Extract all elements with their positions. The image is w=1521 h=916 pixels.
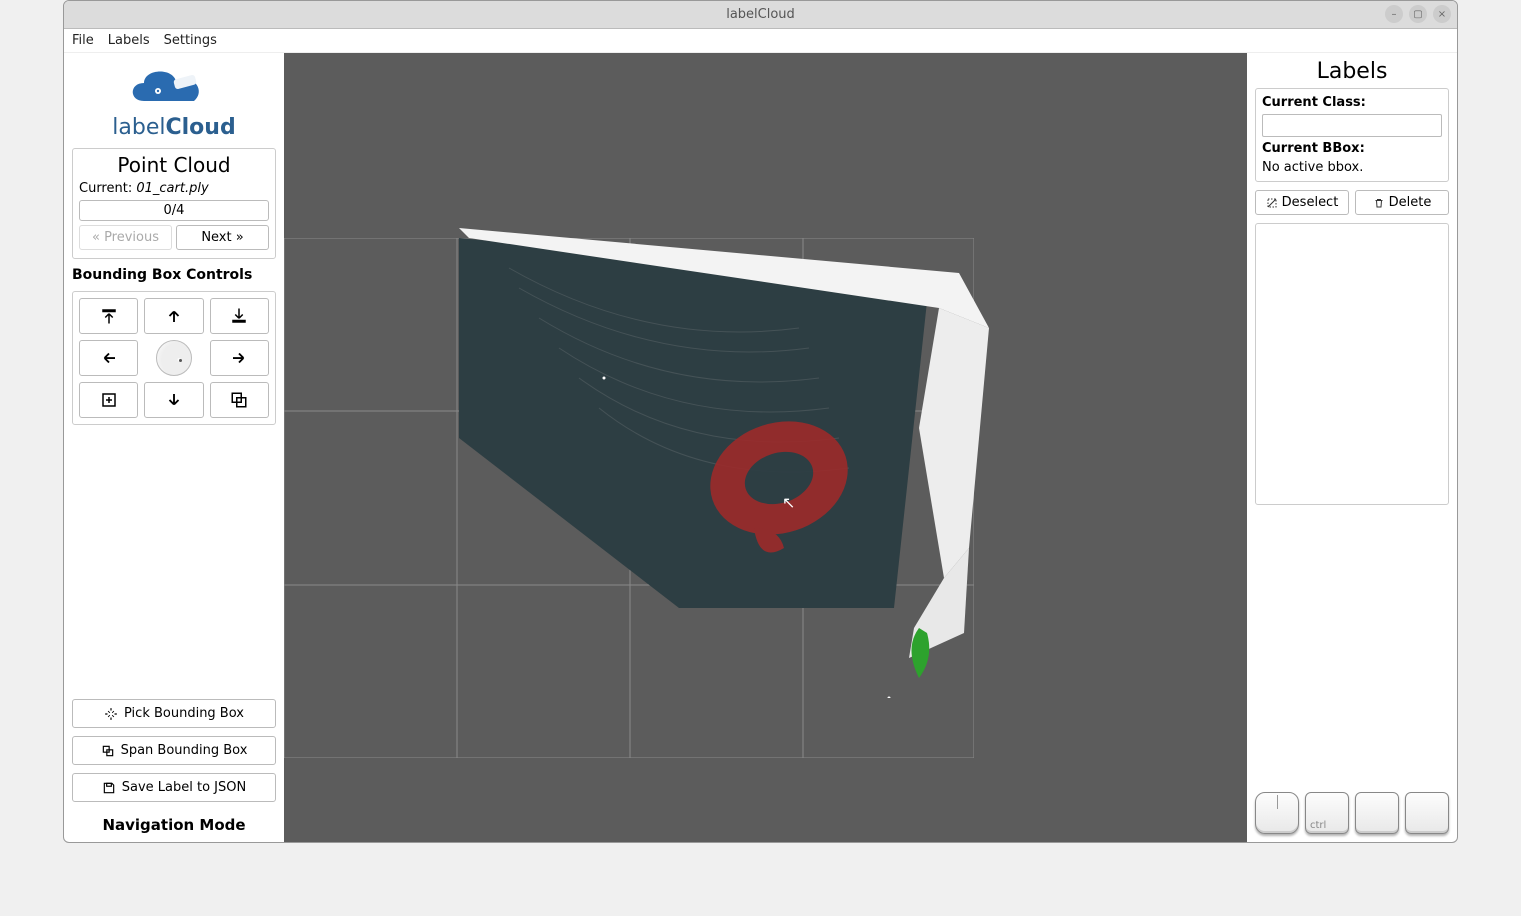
deselect-icon: [1266, 197, 1278, 209]
current-bbox-value: No active bbox.: [1262, 160, 1442, 175]
deselect-button[interactable]: Deselect: [1255, 190, 1349, 215]
trash-icon: [1373, 197, 1385, 209]
move-right-button[interactable]: [210, 340, 269, 376]
menubar: File Labels Settings: [64, 29, 1457, 53]
deselect-label: Deselect: [1282, 195, 1339, 210]
save-json-button[interactable]: Save Label to JSON: [72, 773, 276, 802]
pointcloud-title: Point Cloud: [79, 153, 269, 177]
labels-title: Labels: [1255, 59, 1449, 84]
save-json-label: Save Label to JSON: [122, 780, 246, 795]
bbox-controls-label: Bounding Box Controls: [72, 267, 276, 283]
scale-down-button[interactable]: [210, 382, 269, 418]
mode-label: Navigation Mode: [72, 810, 276, 834]
window-title: labelCloud: [726, 7, 795, 22]
move-up-z-button[interactable]: [79, 298, 138, 334]
key-hints: ctrl: [1255, 784, 1449, 834]
save-icon: [102, 781, 116, 795]
blank-key-hint-2: [1405, 792, 1449, 834]
viewport-3d[interactable]: ↖: [284, 53, 1247, 842]
pointcloud-render: [449, 228, 1009, 698]
arrow-left-icon: [100, 349, 118, 367]
pointcloud-counter: 0/4: [79, 200, 269, 221]
bbox-controls: [72, 291, 276, 425]
scale-up-button[interactable]: [79, 382, 138, 418]
mouse-hint-icon: [1255, 792, 1299, 834]
crosshair-icon: [104, 707, 118, 721]
logo-text-cloud: Cloud: [166, 115, 236, 140]
mouse-cursor-icon: ↖: [782, 493, 795, 512]
pick-bbox-label: Pick Bounding Box: [124, 706, 244, 721]
delete-button[interactable]: Delete: [1355, 190, 1449, 215]
pick-bbox-button[interactable]: Pick Bounding Box: [72, 699, 276, 728]
logo-text-label: label: [112, 115, 165, 140]
logo: labelCloud: [72, 57, 276, 140]
delete-label: Delete: [1389, 195, 1432, 210]
span-bbox-button[interactable]: Span Bounding Box: [72, 736, 276, 765]
arrow-down-bar-icon: [230, 307, 248, 325]
menu-settings[interactable]: Settings: [164, 33, 217, 48]
maximize-button[interactable]: ▢: [1409, 5, 1427, 23]
left-panel: labelCloud Point Cloud Current: 01_cart.…: [64, 53, 284, 842]
ctrl-key-hint: ctrl: [1305, 792, 1349, 834]
plus-box-icon: [100, 391, 118, 409]
current-file: 01_cart.ply: [136, 181, 208, 196]
move-forward-button[interactable]: [144, 298, 203, 334]
current-class-label: Current Class:: [1262, 95, 1442, 110]
current-class-input[interactable]: [1262, 114, 1442, 137]
cloud-logo-icon: [124, 61, 224, 113]
labels-properties: Current Class: Current BBox: No active b…: [1255, 88, 1449, 182]
move-down-z-button[interactable]: [210, 298, 269, 334]
arrow-up-bar-icon: [100, 307, 118, 325]
rotation-dial[interactable]: [156, 340, 192, 376]
app-window: labelCloud – ▢ × File Labels Settings la…: [63, 0, 1458, 843]
pointcloud-box: Point Cloud Current: 01_cart.ply 0/4 « P…: [72, 148, 276, 259]
logo-text: labelCloud: [72, 115, 276, 140]
move-back-button[interactable]: [144, 382, 203, 418]
arrow-right-icon: [230, 349, 248, 367]
menu-labels[interactable]: Labels: [108, 33, 150, 48]
arrow-down-icon: [165, 391, 183, 409]
close-button[interactable]: ×: [1433, 5, 1451, 23]
move-left-button[interactable]: [79, 340, 138, 376]
menu-file[interactable]: File: [72, 33, 94, 48]
span-bbox-label: Span Bounding Box: [121, 743, 248, 758]
span-icon: [101, 744, 115, 758]
titlebar: labelCloud – ▢ ×: [64, 1, 1457, 29]
current-label: Current:: [79, 181, 132, 196]
copy-box-icon: [230, 391, 248, 409]
pointcloud-current: Current: 01_cart.ply: [79, 181, 269, 196]
prev-button: « Previous: [79, 225, 172, 250]
blank-key-hint-1: [1355, 792, 1399, 834]
right-panel: Labels Current Class: Current BBox: No a…: [1247, 53, 1457, 842]
current-bbox-label: Current BBox:: [1262, 141, 1442, 156]
arrow-up-icon: [165, 307, 183, 325]
labels-list[interactable]: [1255, 223, 1449, 505]
next-button[interactable]: Next »: [176, 225, 269, 250]
minimize-button[interactable]: –: [1385, 5, 1403, 23]
